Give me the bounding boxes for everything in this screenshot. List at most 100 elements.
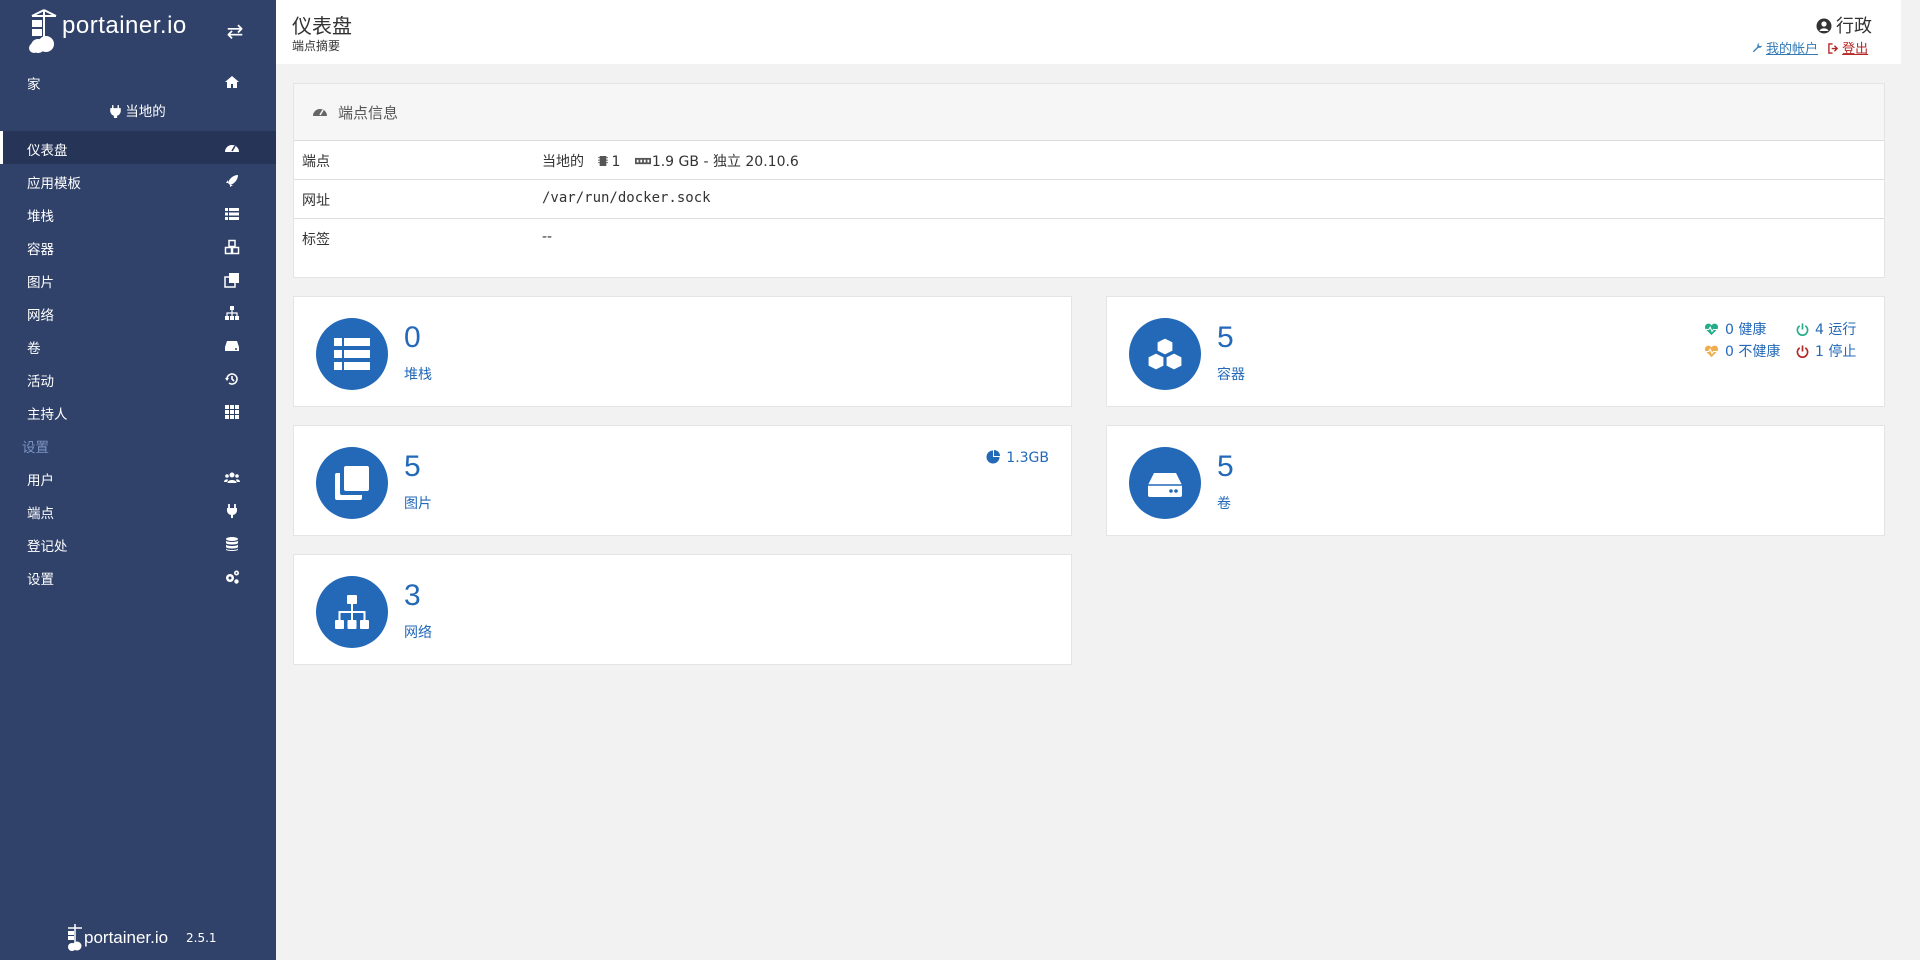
scrollbar[interactable] xyxy=(1901,0,1920,960)
cubes-icon xyxy=(224,239,240,255)
user-links: 我的帐户 登出 xyxy=(1752,38,1868,57)
sidebar-item-stacks[interactable]: 堆栈 xyxy=(0,197,276,230)
networks-card[interactable]: 3 网络 xyxy=(293,554,1072,665)
info-row-tags: 标签 -- xyxy=(294,219,1884,258)
cpu-badge: 1 xyxy=(598,154,620,170)
power-on-icon xyxy=(1796,323,1809,336)
sidebar-item-registries[interactable]: 登记处 xyxy=(0,527,276,560)
rocket-icon xyxy=(226,175,238,187)
sidebar-item-label: 家 xyxy=(27,77,41,93)
portainer-logo-small xyxy=(68,924,82,951)
healthy-status: 0 健康 xyxy=(1704,319,1766,339)
sidebar-item-volumes[interactable]: 卷 xyxy=(0,329,276,362)
hdd-icon xyxy=(1148,473,1182,497)
sidebar-item-label: 设置 xyxy=(27,572,54,588)
images-icon-circle xyxy=(316,447,388,519)
plug-icon xyxy=(110,105,122,119)
networks-icon-circle xyxy=(316,576,388,648)
volumes-card[interactable]: 5 卷 xyxy=(1106,425,1885,536)
unhealthy-status: 0 不健康 xyxy=(1704,341,1780,361)
plug-icon xyxy=(227,504,237,518)
cogs-icon xyxy=(226,570,239,584)
th-icon xyxy=(225,405,239,419)
pie-chart-icon xyxy=(986,450,1001,464)
sidebar-item-label: 用户 xyxy=(27,473,54,489)
sidebar-toggle-icon[interactable]: ⇄ xyxy=(222,20,248,42)
sidebar-item-label: 主持人 xyxy=(27,407,68,423)
sidebar-item-label: 应用模板 xyxy=(27,176,81,192)
sitemap-icon xyxy=(225,306,239,320)
images-card[interactable]: 5 图片 1.3GB xyxy=(293,425,1072,536)
endpoint-name-value: 当地的 xyxy=(542,154,584,170)
sidebar-item-networks[interactable]: 网络 xyxy=(0,296,276,329)
sidebar-item-dashboard[interactable]: 仪表盘 xyxy=(0,131,276,164)
images-count: 5 xyxy=(404,450,421,483)
tachometer-icon xyxy=(313,109,327,116)
brand-name: portainer.io xyxy=(62,12,187,39)
containers-label: 容器 xyxy=(1217,367,1245,383)
sign-out-icon xyxy=(1828,43,1839,54)
sidebar-item-label: 堆栈 xyxy=(27,209,54,225)
home-icon xyxy=(225,76,239,88)
wrench-icon xyxy=(1752,43,1763,53)
sidebar-item-home[interactable]: 家 xyxy=(0,65,276,98)
info-key: 标签 xyxy=(302,232,330,248)
th-list-icon xyxy=(334,338,370,370)
memory-badge: 1.9 GB xyxy=(634,154,699,170)
info-row-url: 网址 /var/run/docker.sock xyxy=(294,180,1884,219)
user-circle-icon xyxy=(1816,18,1832,34)
stacks-card[interactable]: 0 堆栈 xyxy=(293,296,1072,407)
th-list-icon xyxy=(225,208,239,220)
info-value: /var/run/docker.sock xyxy=(542,190,711,206)
volumes-count: 5 xyxy=(1217,450,1234,483)
widget-header: 端点信息 xyxy=(294,84,1884,141)
database-icon xyxy=(226,537,238,551)
sidebar-brand: portainer.io ⇄ xyxy=(0,0,276,60)
cubes-icon xyxy=(1147,337,1183,371)
sidebar-item-images[interactable]: 图片 xyxy=(0,263,276,296)
volumes-label: 卷 xyxy=(1217,496,1231,512)
page-title: 仪表盘 xyxy=(292,14,352,38)
clone-icon xyxy=(335,466,369,500)
heartbeat-icon xyxy=(1704,345,1719,358)
sidebar-item-label: 图片 xyxy=(27,275,54,291)
endpoint-type: - 独立 20.10.6 xyxy=(703,154,799,170)
logout-link[interactable]: 登出 xyxy=(1828,42,1868,57)
sidebar-item-endpoints[interactable]: 端点 xyxy=(0,494,276,527)
sidebar-item-events[interactable]: 活动 xyxy=(0,362,276,395)
endpoint-info-widget: 端点信息 端点 当地的 1 1.9 GB - 独立 20.10.6 网址 /va… xyxy=(293,83,1885,278)
sidebar-item-label: 网络 xyxy=(27,308,54,324)
running-status: 4 运行 xyxy=(1796,319,1856,339)
history-icon xyxy=(225,373,238,385)
portainer-logo[interactable] xyxy=(24,6,64,56)
sidebar-item-users[interactable]: 用户 xyxy=(0,461,276,494)
containers-card[interactable]: 5 容器 0 健康 4 运行 0 不健康 1 停止 xyxy=(1106,296,1885,407)
sidebar: portainer.io ⇄ 家 当地的 仪表盘 应用模板 堆栈 容器 图片 网… xyxy=(0,0,276,960)
images-label: 图片 xyxy=(404,496,432,512)
info-key: 网址 xyxy=(302,193,330,209)
settings-heading: 设置 xyxy=(22,440,49,456)
my-account-link[interactable]: 我的帐户 xyxy=(1752,42,1818,57)
footer-brand-name: portainer.io xyxy=(84,928,169,947)
stacks-icon-circle xyxy=(316,318,388,390)
sidebar-item-label: 卷 xyxy=(27,341,41,357)
stopped-status: 1 停止 xyxy=(1796,341,1856,361)
info-value: 当地的 1 1.9 GB - 独立 20.10.6 xyxy=(542,151,799,171)
info-row-endpoint: 端点 当地的 1 1.9 GB - 独立 20.10.6 xyxy=(294,141,1884,180)
sidebar-item-containers[interactable]: 容器 xyxy=(0,230,276,263)
user-name: 行政 xyxy=(1816,12,1872,38)
containers-icon-circle xyxy=(1129,318,1201,390)
sidebar-item-label: 活动 xyxy=(27,374,54,390)
page-header: 仪表盘 端点摘要 行政 我的帐户 登出 xyxy=(276,0,1901,64)
sidebar-item-host[interactable]: 主持人 xyxy=(0,395,276,428)
info-key: 端点 xyxy=(302,154,330,170)
sidebar-item-app-templates[interactable]: 应用模板 xyxy=(0,164,276,197)
page-subtitle: 端点摘要 xyxy=(292,39,341,53)
sidebar-item-label: 仪表盘 xyxy=(27,143,68,159)
sidebar-item-label: 容器 xyxy=(27,242,54,258)
power-off-icon xyxy=(1796,345,1809,358)
sidebar-item-settings[interactable]: 设置 xyxy=(0,560,276,593)
clone-icon xyxy=(224,273,239,288)
sidebar-item-label: 端点 xyxy=(27,506,54,522)
networks-count: 3 xyxy=(404,579,421,612)
